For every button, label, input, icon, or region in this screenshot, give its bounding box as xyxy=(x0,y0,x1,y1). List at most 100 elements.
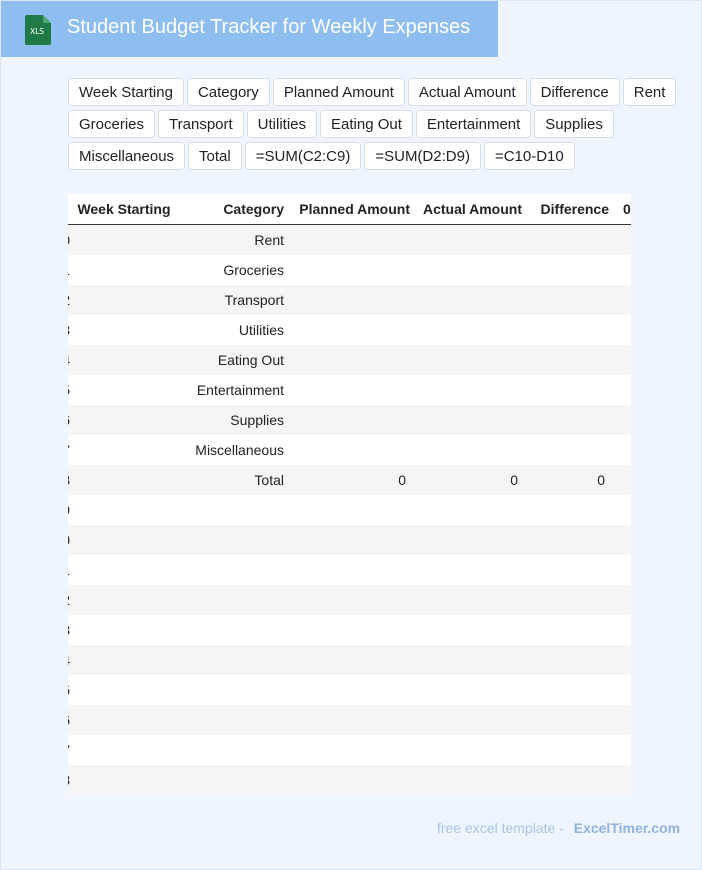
cell-actual[interactable] xyxy=(414,645,526,675)
chip[interactable]: Entertainment xyxy=(415,110,532,138)
chip[interactable]: =C10-D10 xyxy=(483,142,575,170)
cell-planned[interactable] xyxy=(288,615,414,645)
cell-category[interactable]: Supplies xyxy=(178,405,288,435)
cell-difference[interactable] xyxy=(526,495,613,525)
cell-actual[interactable] xyxy=(414,405,526,435)
cell-extra[interactable] xyxy=(613,345,631,375)
cell-difference[interactable] xyxy=(526,405,613,435)
cell-week[interactable] xyxy=(70,315,178,345)
cell-difference[interactable] xyxy=(526,375,613,405)
cell-category[interactable] xyxy=(178,555,288,585)
chip[interactable]: Eating Out xyxy=(320,110,413,138)
cell-planned[interactable] xyxy=(288,705,414,735)
cell-category[interactable]: Rent xyxy=(178,225,288,256)
col-header-difference[interactable]: Difference xyxy=(526,194,613,225)
cell-actual[interactable] xyxy=(414,735,526,765)
cell-week[interactable] xyxy=(70,285,178,315)
cell-extra[interactable] xyxy=(613,585,631,615)
cell-extra[interactable] xyxy=(613,495,631,525)
cell-extra[interactable] xyxy=(613,555,631,585)
cell-planned[interactable] xyxy=(288,645,414,675)
cell-planned[interactable] xyxy=(288,435,414,465)
cell-extra[interactable] xyxy=(613,435,631,465)
cell-difference[interactable] xyxy=(526,675,613,705)
cell-extra[interactable] xyxy=(613,675,631,705)
cell-category[interactable] xyxy=(178,705,288,735)
cell-planned[interactable] xyxy=(288,765,414,795)
cell-extra[interactable] xyxy=(613,255,631,285)
cell-extra[interactable] xyxy=(613,285,631,315)
col-header-extra[interactable]: 0 xyxy=(613,194,631,225)
cell-week[interactable] xyxy=(70,705,178,735)
cell-extra[interactable] xyxy=(613,225,631,256)
cell-week[interactable] xyxy=(70,225,178,256)
cell-difference[interactable] xyxy=(526,615,613,645)
cell-actual[interactable] xyxy=(414,705,526,735)
cell-extra[interactable] xyxy=(613,765,631,795)
cell-category[interactable] xyxy=(178,735,288,765)
chip[interactable]: Supplies xyxy=(534,110,614,138)
cell-extra[interactable] xyxy=(613,525,631,555)
cell-week[interactable] xyxy=(70,255,178,285)
cell-week[interactable] xyxy=(70,405,178,435)
cell-planned[interactable] xyxy=(288,735,414,765)
cell-planned[interactable] xyxy=(288,555,414,585)
cell-planned[interactable] xyxy=(288,285,414,315)
col-header-week-starting[interactable]: Week Starting xyxy=(70,194,178,225)
cell-actual[interactable] xyxy=(414,555,526,585)
cell-difference[interactable] xyxy=(526,765,613,795)
cell-actual[interactable] xyxy=(414,495,526,525)
cell-difference[interactable] xyxy=(526,225,613,256)
cell-category[interactable] xyxy=(178,645,288,675)
cell-planned[interactable] xyxy=(288,405,414,435)
cell-actual[interactable] xyxy=(414,225,526,256)
cell-actual[interactable] xyxy=(414,315,526,345)
cell-week[interactable] xyxy=(70,765,178,795)
col-header-category[interactable]: Category xyxy=(178,194,288,225)
cell-difference[interactable] xyxy=(526,705,613,735)
cell-planned[interactable] xyxy=(288,345,414,375)
cell-planned[interactable]: 0 xyxy=(288,465,414,495)
cell-category[interactable]: Utilities xyxy=(178,315,288,345)
cell-category[interactable] xyxy=(178,525,288,555)
cell-category[interactable] xyxy=(178,585,288,615)
cell-extra[interactable] xyxy=(613,615,631,645)
cell-planned[interactable] xyxy=(288,225,414,256)
cell-category[interactable]: Transport xyxy=(178,285,288,315)
cell-week[interactable] xyxy=(70,345,178,375)
cell-category[interactable] xyxy=(178,495,288,525)
chip[interactable]: Transport xyxy=(158,110,244,138)
cell-difference[interactable] xyxy=(526,525,613,555)
cell-actual[interactable] xyxy=(414,375,526,405)
cell-actual[interactable] xyxy=(414,585,526,615)
chip[interactable]: Utilities xyxy=(246,110,318,138)
chip[interactable]: Rent xyxy=(622,78,677,106)
cell-extra[interactable] xyxy=(613,645,631,675)
cell-category[interactable] xyxy=(178,615,288,645)
cell-planned[interactable] xyxy=(288,525,414,555)
cell-difference[interactable] xyxy=(526,345,613,375)
cell-planned[interactable] xyxy=(288,255,414,285)
cell-week[interactable] xyxy=(70,525,178,555)
cell-extra[interactable] xyxy=(613,705,631,735)
cell-category[interactable] xyxy=(178,765,288,795)
cell-actual[interactable] xyxy=(414,255,526,285)
cell-category[interactable]: Total xyxy=(178,465,288,495)
cell-category[interactable]: Eating Out xyxy=(178,345,288,375)
cell-extra[interactable] xyxy=(613,375,631,405)
cell-difference[interactable] xyxy=(526,255,613,285)
cell-actual[interactable] xyxy=(414,435,526,465)
cell-week[interactable] xyxy=(70,375,178,405)
cell-extra[interactable] xyxy=(613,315,631,345)
cell-actual[interactable] xyxy=(414,525,526,555)
cell-planned[interactable] xyxy=(288,675,414,705)
cell-difference[interactable]: 0 xyxy=(526,465,613,495)
cell-week[interactable] xyxy=(70,735,178,765)
cell-actual[interactable] xyxy=(414,285,526,315)
chip[interactable]: Total xyxy=(188,142,242,170)
chip[interactable]: =SUM(D2:D9) xyxy=(364,142,481,170)
cell-actual[interactable] xyxy=(414,615,526,645)
cell-planned[interactable] xyxy=(288,375,414,405)
cell-category[interactable] xyxy=(178,675,288,705)
cell-actual[interactable]: 0 xyxy=(414,465,526,495)
